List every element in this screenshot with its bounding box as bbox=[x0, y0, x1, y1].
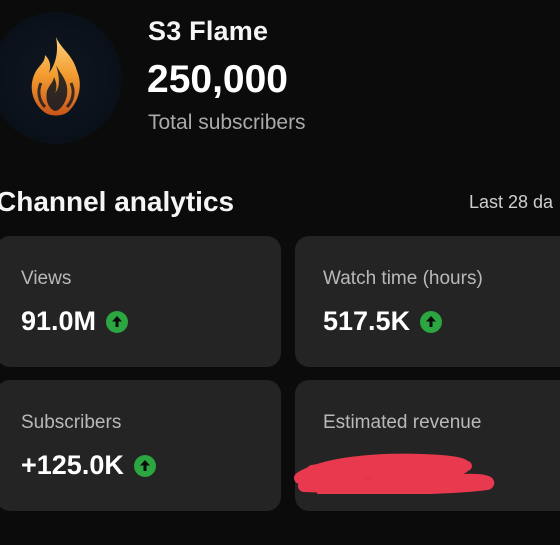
subscribers-card[interactable]: Subscribers +125.0K bbox=[0, 380, 281, 511]
period-selector[interactable]: Last 28 da bbox=[469, 192, 553, 213]
card-label: Watch time (hours) bbox=[323, 268, 483, 289]
trend-up-icon bbox=[106, 310, 129, 333]
analytics-screen: S3 Flame 250,000 Total subscribers Chann… bbox=[0, 0, 560, 545]
card-value-row: 517.5K bbox=[323, 306, 443, 337]
flame-icon bbox=[31, 37, 80, 116]
total-subscribers-label: Total subscribers bbox=[148, 111, 306, 134]
card-value: 517.5K bbox=[323, 306, 411, 336]
card-value: 91.0M bbox=[21, 306, 97, 336]
card-label: Estimated revenue bbox=[323, 412, 482, 433]
channel-avatar[interactable] bbox=[0, 12, 122, 144]
card-value: +125.0K bbox=[21, 450, 124, 480]
trend-up-icon bbox=[420, 310, 443, 333]
card-value-row: +125.0K bbox=[21, 450, 156, 481]
channel-name: S3 Flame bbox=[148, 16, 269, 46]
card-label: Subscribers bbox=[21, 412, 122, 433]
views-card[interactable]: Views 91.0M bbox=[0, 236, 281, 367]
trend-up-icon bbox=[133, 454, 156, 477]
card-value-row: 91.0M bbox=[21, 306, 129, 337]
card-label: Views bbox=[21, 268, 72, 289]
total-subscriber-count: 250,000 bbox=[147, 58, 288, 101]
redaction-scribble bbox=[294, 453, 495, 494]
section-title: Channel analytics bbox=[0, 186, 235, 217]
watch-time-card[interactable]: Watch time (hours) 517.5K bbox=[295, 236, 560, 367]
